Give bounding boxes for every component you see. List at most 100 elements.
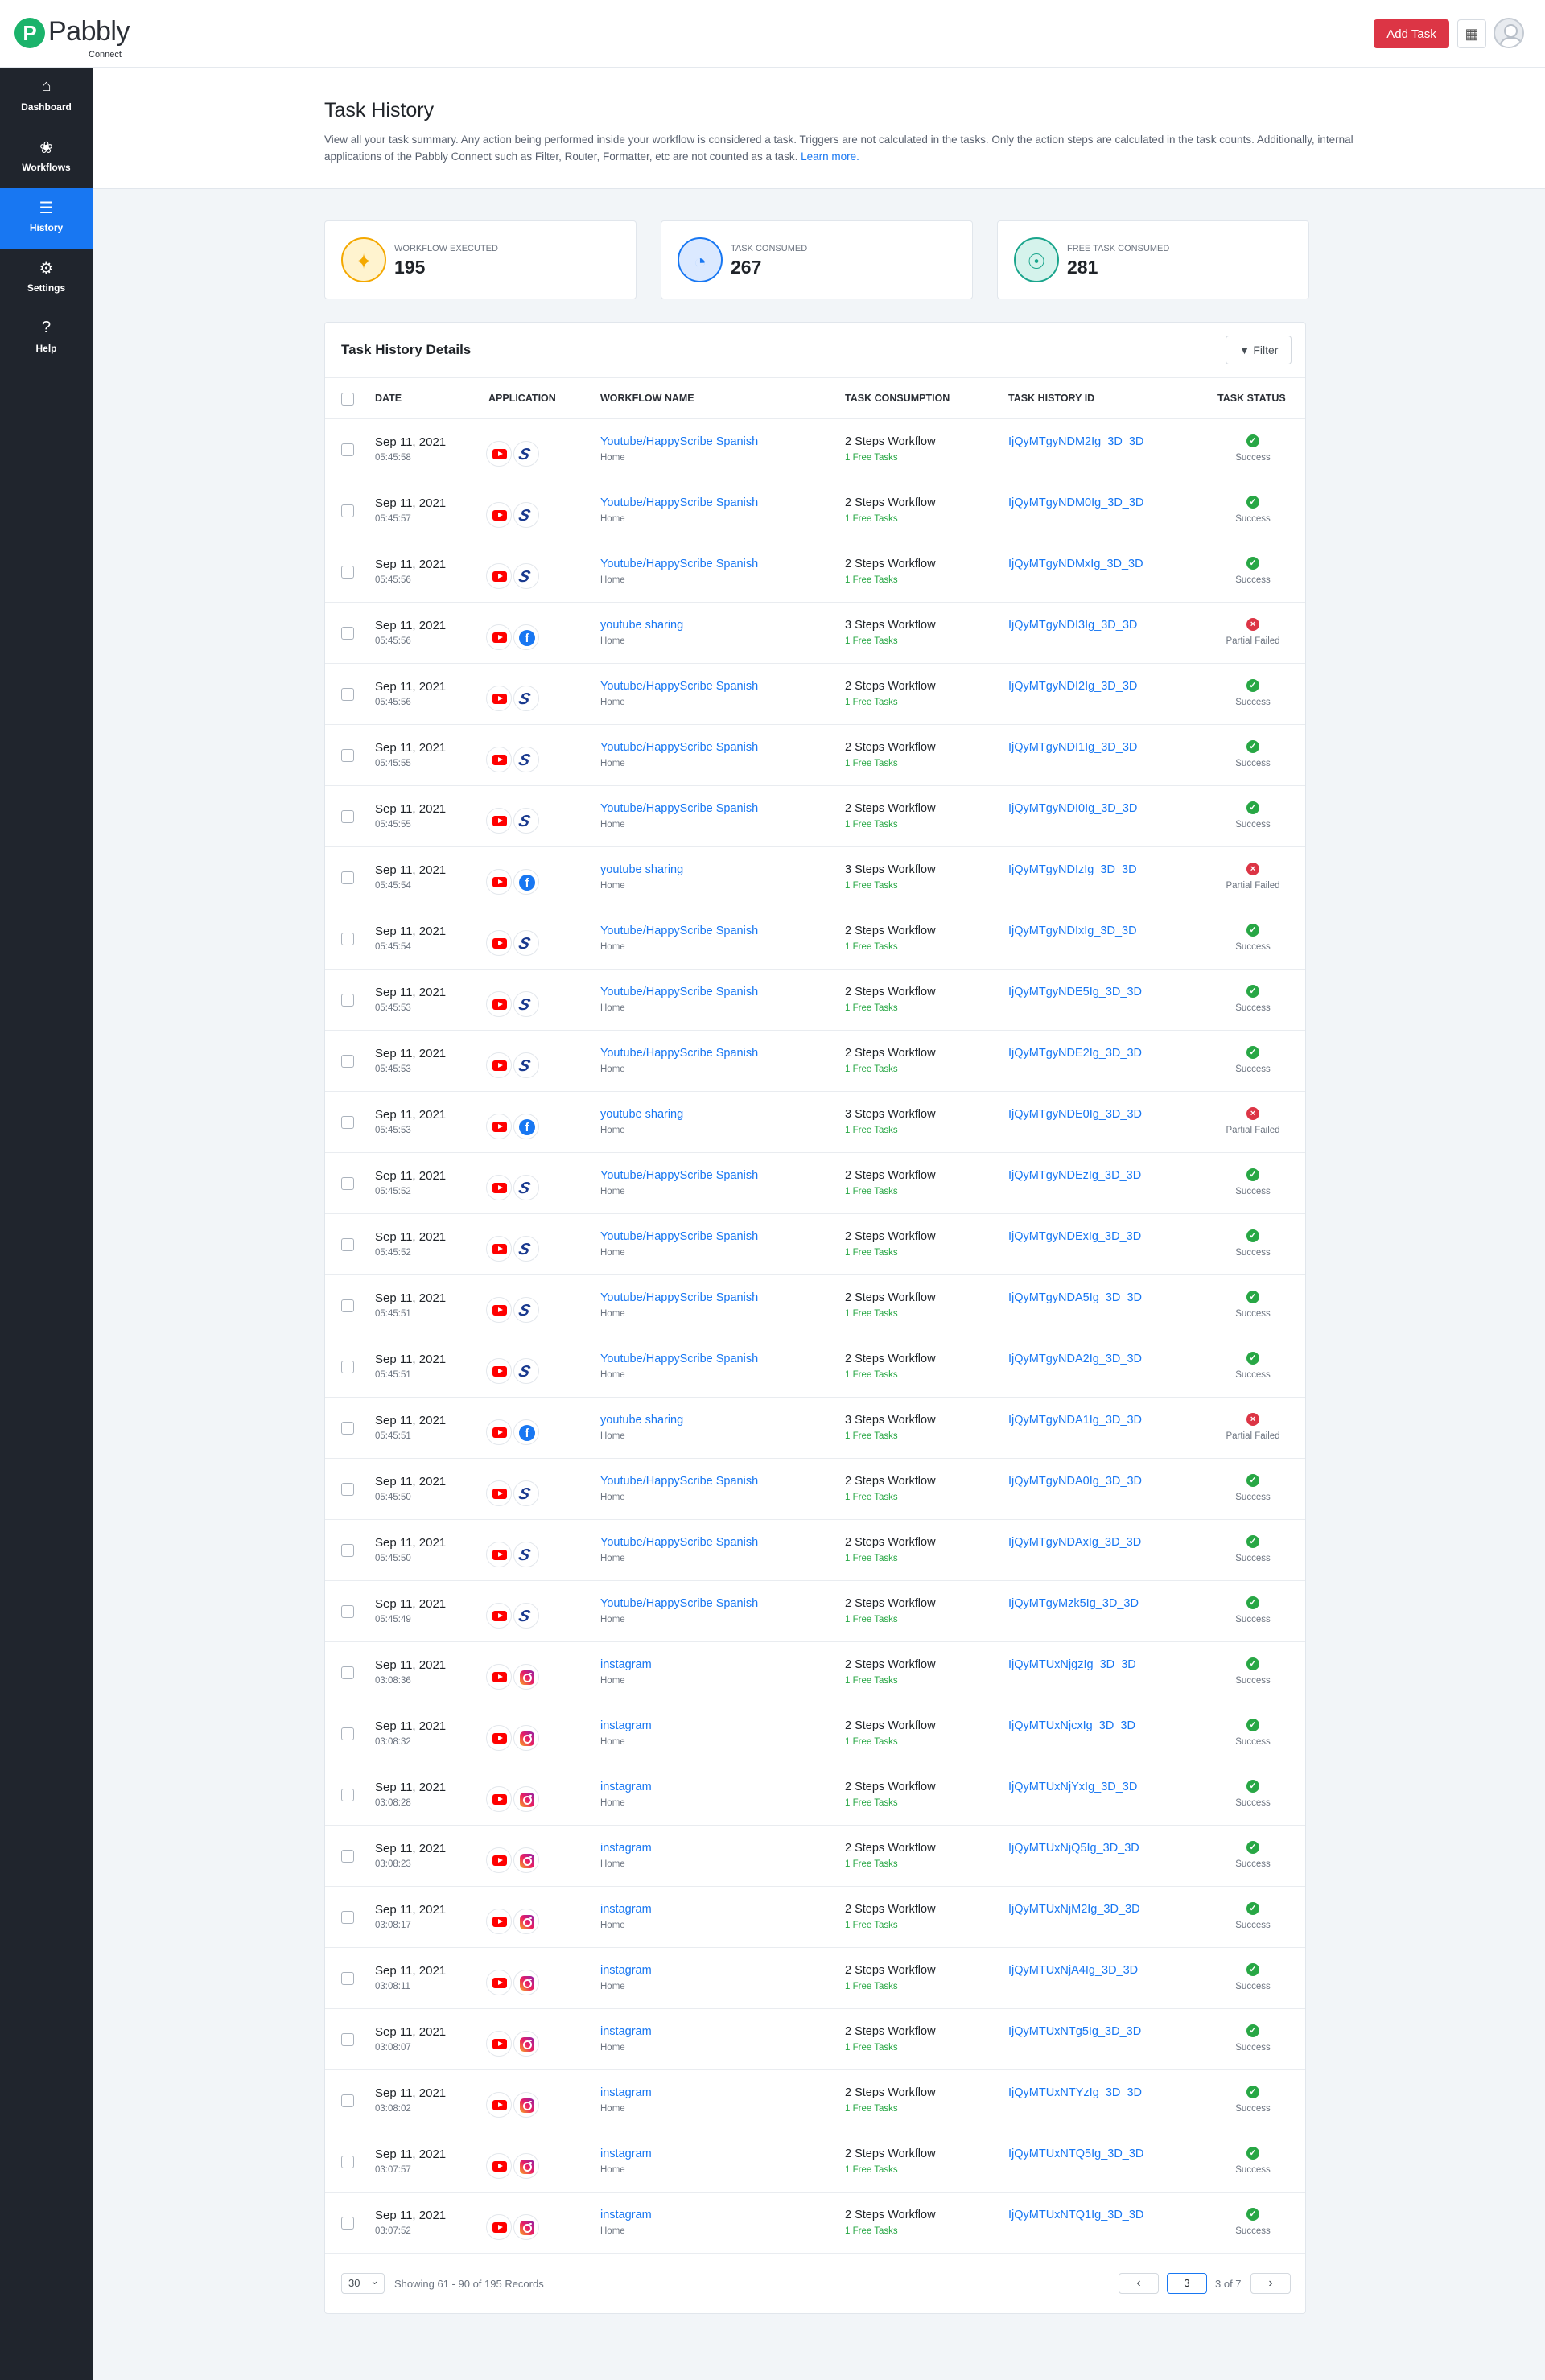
row-checkbox[interactable] <box>341 504 354 517</box>
row-checkbox[interactable] <box>341 1727 354 1740</box>
filter-button[interactable]: ▼ Filter <box>1226 336 1292 364</box>
sidebar-item-history[interactable]: ☰ History <box>0 188 93 249</box>
workflow-name-link[interactable]: Youtube/HappyScribe Spanish <box>600 1169 758 1182</box>
row-checkbox[interactable] <box>341 1055 354 1068</box>
task-history-id-link[interactable]: IjQyMTgyNDA2Ig_3D_3D <box>1008 1353 1142 1365</box>
task-history-id-link[interactable]: IjQyMTgyNDM2Ig_3D_3D <box>1008 435 1143 448</box>
row-checkbox[interactable] <box>341 871 354 884</box>
workflow-name-link[interactable]: Youtube/HappyScribe Spanish <box>600 496 758 509</box>
workflow-name-link[interactable]: youtube sharing <box>600 1108 683 1121</box>
task-history-id-link[interactable]: IjQyMTUxNjQ5Ig_3D_3D <box>1008 1842 1139 1855</box>
workflow-name-link[interactable]: instagram <box>600 2025 652 2038</box>
prev-page-button[interactable]: ‹ <box>1119 2273 1159 2294</box>
task-history-id-link[interactable]: IjQyMTUxNjgzIg_3D_3D <box>1008 1658 1136 1671</box>
task-history-id-link[interactable]: IjQyMTgyNDIzIg_3D_3D <box>1008 863 1137 876</box>
task-history-id-link[interactable]: IjQyMTgyNDI0Ig_3D_3D <box>1008 802 1137 815</box>
workflow-name-link[interactable]: instagram <box>600 1903 652 1916</box>
workflow-name-link[interactable]: Youtube/HappyScribe Spanish <box>600 1230 758 1243</box>
task-history-id-link[interactable]: IjQyMTgyNDAxIg_3D_3D <box>1008 1536 1141 1549</box>
workflow-name-link[interactable]: Youtube/HappyScribe Spanish <box>600 924 758 937</box>
pabbly-logo[interactable]: P Pabbly Connect <box>14 14 135 60</box>
task-history-id-link[interactable]: IjQyMTgyNDA5Ig_3D_3D <box>1008 1291 1142 1304</box>
task-history-id-link[interactable]: IjQyMTgyNDExIg_3D_3D <box>1008 1230 1141 1243</box>
row-checkbox[interactable] <box>341 1850 354 1863</box>
workflow-name-link[interactable]: instagram <box>600 2147 652 2160</box>
task-history-id-link[interactable]: IjQyMTUxNjA4Ig_3D_3D <box>1008 1964 1138 1977</box>
apps-grid-icon[interactable]: ▦ <box>1457 19 1486 48</box>
sidebar-item-settings[interactable]: ⚙ Settings <box>0 249 93 309</box>
row-checkbox[interactable] <box>341 2033 354 2046</box>
workflow-name-link[interactable]: instagram <box>600 1658 652 1671</box>
workflow-name-link[interactable]: Youtube/HappyScribe Spanish <box>600 1597 758 1610</box>
row-checkbox[interactable] <box>341 994 354 1007</box>
workflow-name-link[interactable]: Youtube/HappyScribe Spanish <box>600 1047 758 1060</box>
row-checkbox[interactable] <box>341 1972 354 1985</box>
task-history-id-link[interactable]: IjQyMTgyMzk5Ig_3D_3D <box>1008 1597 1139 1610</box>
row-checkbox[interactable] <box>341 1422 354 1435</box>
task-history-id-link[interactable]: IjQyMTgyNDE5Ig_3D_3D <box>1008 986 1142 999</box>
workflow-name-link[interactable]: Youtube/HappyScribe Spanish <box>600 558 758 570</box>
row-checkbox[interactable] <box>341 566 354 579</box>
row-checkbox[interactable] <box>341 1605 354 1618</box>
task-history-id-link[interactable]: IjQyMTUxNTQ5Ig_3D_3D <box>1008 2147 1143 2160</box>
row-checkbox[interactable] <box>341 1177 354 1190</box>
row-checkbox[interactable] <box>341 2156 354 2168</box>
task-history-id-link[interactable]: IjQyMTgyNDA0Ig_3D_3D <box>1008 1475 1142 1488</box>
task-history-id-link[interactable]: IjQyMTgyNDI1Ig_3D_3D <box>1008 741 1137 754</box>
row-checkbox[interactable] <box>341 2217 354 2230</box>
workflow-name-link[interactable]: Youtube/HappyScribe Spanish <box>600 1353 758 1365</box>
workflow-name-link[interactable]: instagram <box>600 1719 652 1732</box>
select-all-checkbox[interactable] <box>341 393 354 406</box>
workflow-name-link[interactable]: Youtube/HappyScribe Spanish <box>600 435 758 448</box>
row-checkbox[interactable] <box>341 749 354 762</box>
workflow-name-link[interactable]: Youtube/HappyScribe Spanish <box>600 802 758 815</box>
row-checkbox[interactable] <box>341 1911 354 1924</box>
row-checkbox[interactable] <box>341 1361 354 1373</box>
page-number-input[interactable]: 3 <box>1167 2273 1207 2294</box>
workflow-name-link[interactable]: Youtube/HappyScribe Spanish <box>600 680 758 693</box>
task-history-id-link[interactable]: IjQyMTgyNDEzIg_3D_3D <box>1008 1169 1141 1182</box>
task-history-id-link[interactable]: IjQyMTgyNDE2Ig_3D_3D <box>1008 1047 1142 1060</box>
task-history-id-link[interactable]: IjQyMTUxNTQ1Ig_3D_3D <box>1008 2209 1143 2221</box>
workflow-name-link[interactable]: Youtube/HappyScribe Spanish <box>600 1291 758 1304</box>
task-history-id-link[interactable]: IjQyMTUxNjYxIg_3D_3D <box>1008 1781 1137 1793</box>
workflow-name-link[interactable]: instagram <box>600 1842 652 1855</box>
task-history-id-link[interactable]: IjQyMTgyNDA1Ig_3D_3D <box>1008 1414 1142 1427</box>
sidebar-item-help[interactable]: ? Help <box>0 309 93 369</box>
row-checkbox[interactable] <box>341 688 354 701</box>
workflow-name-link[interactable]: youtube sharing <box>600 1414 683 1427</box>
row-checkbox[interactable] <box>341 1238 354 1251</box>
row-checkbox[interactable] <box>341 627 354 640</box>
user-avatar-icon[interactable] <box>1494 18 1524 48</box>
workflow-name-link[interactable]: instagram <box>600 2086 652 2099</box>
workflow-name-link[interactable]: youtube sharing <box>600 619 683 632</box>
row-checkbox[interactable] <box>341 810 354 823</box>
task-history-id-link[interactable]: IjQyMTUxNjM2Ig_3D_3D <box>1008 1903 1140 1916</box>
task-history-id-link[interactable]: IjQyMTUxNTg5Ig_3D_3D <box>1008 2025 1141 2038</box>
workflow-name-link[interactable]: Youtube/HappyScribe Spanish <box>600 986 758 999</box>
workflow-name-link[interactable]: instagram <box>600 1781 652 1793</box>
task-history-id-link[interactable]: IjQyMTgyNDI3Ig_3D_3D <box>1008 619 1137 632</box>
row-checkbox[interactable] <box>341 1666 354 1679</box>
task-history-id-link[interactable]: IjQyMTUxNjcxIg_3D_3D <box>1008 1719 1135 1732</box>
workflow-name-link[interactable]: instagram <box>600 2209 652 2221</box>
row-checkbox[interactable] <box>341 2094 354 2107</box>
add-task-button[interactable]: Add Task <box>1374 19 1449 48</box>
task-history-id-link[interactable]: IjQyMTgyNDI2Ig_3D_3D <box>1008 680 1137 693</box>
row-checkbox[interactable] <box>341 1789 354 1801</box>
task-history-id-link[interactable]: IjQyMTgyNDIxIg_3D_3D <box>1008 924 1137 937</box>
row-checkbox[interactable] <box>341 1116 354 1129</box>
task-history-id-link[interactable]: IjQyMTgyNDMxIg_3D_3D <box>1008 558 1143 570</box>
row-checkbox[interactable] <box>341 933 354 945</box>
row-checkbox[interactable] <box>341 1544 354 1557</box>
workflow-name-link[interactable]: instagram <box>600 1964 652 1977</box>
workflow-name-link[interactable]: Youtube/HappyScribe Spanish <box>600 741 758 754</box>
row-checkbox[interactable] <box>341 1483 354 1496</box>
sidebar-item-dashboard[interactable]: ⌂ Dashboard <box>0 68 93 128</box>
workflow-name-link[interactable]: Youtube/HappyScribe Spanish <box>600 1536 758 1549</box>
row-checkbox[interactable] <box>341 443 354 456</box>
row-checkbox[interactable] <box>341 1299 354 1312</box>
task-history-id-link[interactable]: IjQyMTgyNDE0Ig_3D_3D <box>1008 1108 1142 1121</box>
next-page-button[interactable]: › <box>1250 2273 1291 2294</box>
workflow-name-link[interactable]: Youtube/HappyScribe Spanish <box>600 1475 758 1488</box>
